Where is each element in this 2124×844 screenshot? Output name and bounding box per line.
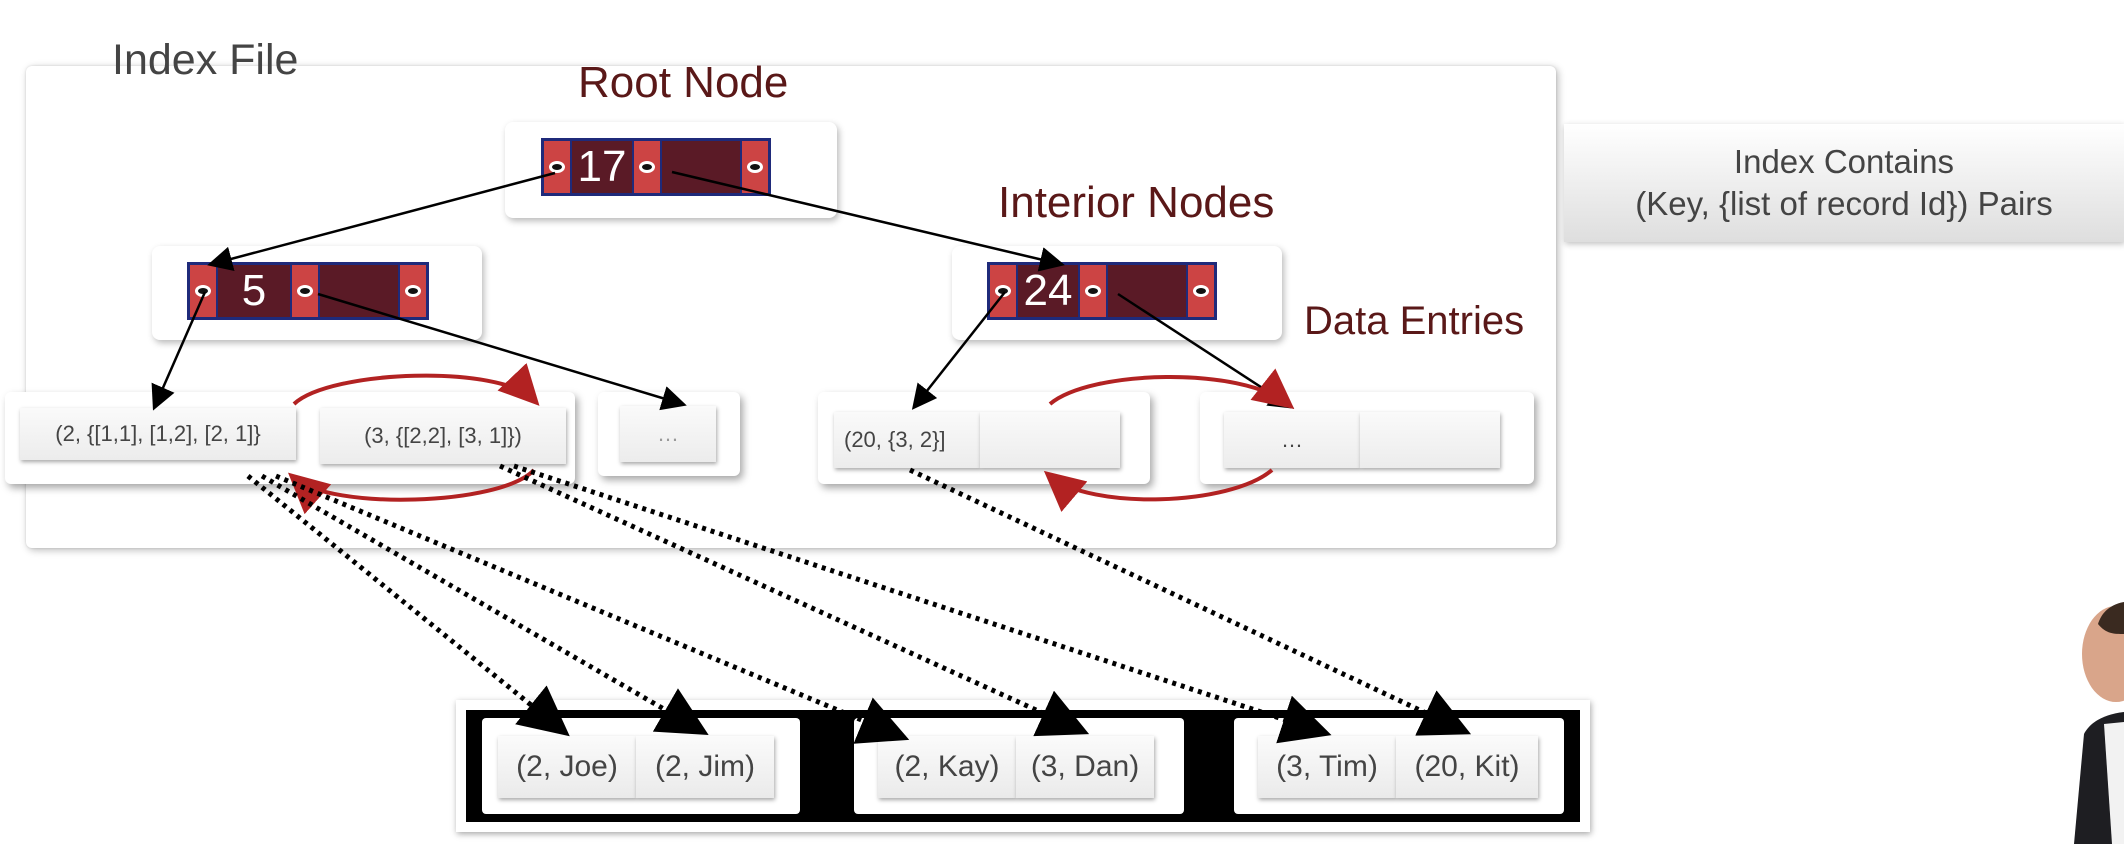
pointer-cell <box>1080 265 1108 317</box>
callout-line-1: Index Contains <box>1733 143 1955 180</box>
interior-right-key: 24 <box>1018 265 1080 317</box>
pointer-cell <box>742 141 768 193</box>
root-key: 17 <box>572 141 634 193</box>
data-entry <box>980 412 1120 468</box>
record: (2, Joe) <box>498 736 636 798</box>
data-entry: (3, {[2,2], [3, 1]}) <box>320 408 566 464</box>
interior-nodes-label: Interior Nodes <box>998 178 1275 227</box>
data-entry: (20, {3, 2}] <box>834 412 980 468</box>
data-entry: … <box>620 406 716 462</box>
record: (20, Kit) <box>1396 736 1538 798</box>
record: (2, Kay) <box>878 736 1016 798</box>
record: (3, Dan) <box>1016 736 1154 798</box>
data-entry: (2, {[1,1], [1,2], [2, 1]} <box>20 408 296 460</box>
pointer-dot-icon <box>995 285 1011 297</box>
record: (3, Tim) <box>1258 736 1396 798</box>
pointer-dot-icon <box>195 285 211 297</box>
interior-node-left: 5 <box>187 262 429 320</box>
empty-key-slot <box>1108 265 1188 317</box>
data-entry <box>1360 412 1500 468</box>
root-node-label: Root Node <box>578 58 789 107</box>
record: (2, Jim) <box>636 736 774 798</box>
data-entries-label: Data Entries <box>1304 299 1525 343</box>
presenter-image <box>2074 602 2124 844</box>
pointer-cell <box>400 265 426 317</box>
empty-key-slot <box>320 265 400 317</box>
pointer-dot-icon <box>1085 285 1101 297</box>
interior-node-right: 24 <box>987 262 1217 320</box>
pointer-dot-icon <box>1193 285 1209 297</box>
root-node: 17 <box>541 138 771 196</box>
index-file-label: Index File <box>112 36 299 84</box>
pointer-dot-icon <box>405 285 421 297</box>
empty-key-slot <box>662 141 742 193</box>
interior-left-key: 5 <box>218 265 292 317</box>
pointer-cell <box>1188 265 1214 317</box>
pointer-cell <box>990 265 1018 317</box>
pointer-cell <box>190 265 218 317</box>
pointer-cell <box>292 265 320 317</box>
pointer-dot-icon <box>549 161 565 173</box>
pointer-dot-icon <box>747 161 763 173</box>
pointer-cell <box>634 141 662 193</box>
pointer-dot-icon <box>639 161 655 173</box>
callout-line-2: (Key, {list of record Id}) Pairs <box>1635 185 2053 222</box>
index-contains-callout: Index Contains (Key, {list of record Id}… <box>1564 124 2124 242</box>
data-entry: … <box>1224 412 1360 468</box>
pointer-cell <box>544 141 572 193</box>
pointer-dot-icon <box>297 285 313 297</box>
